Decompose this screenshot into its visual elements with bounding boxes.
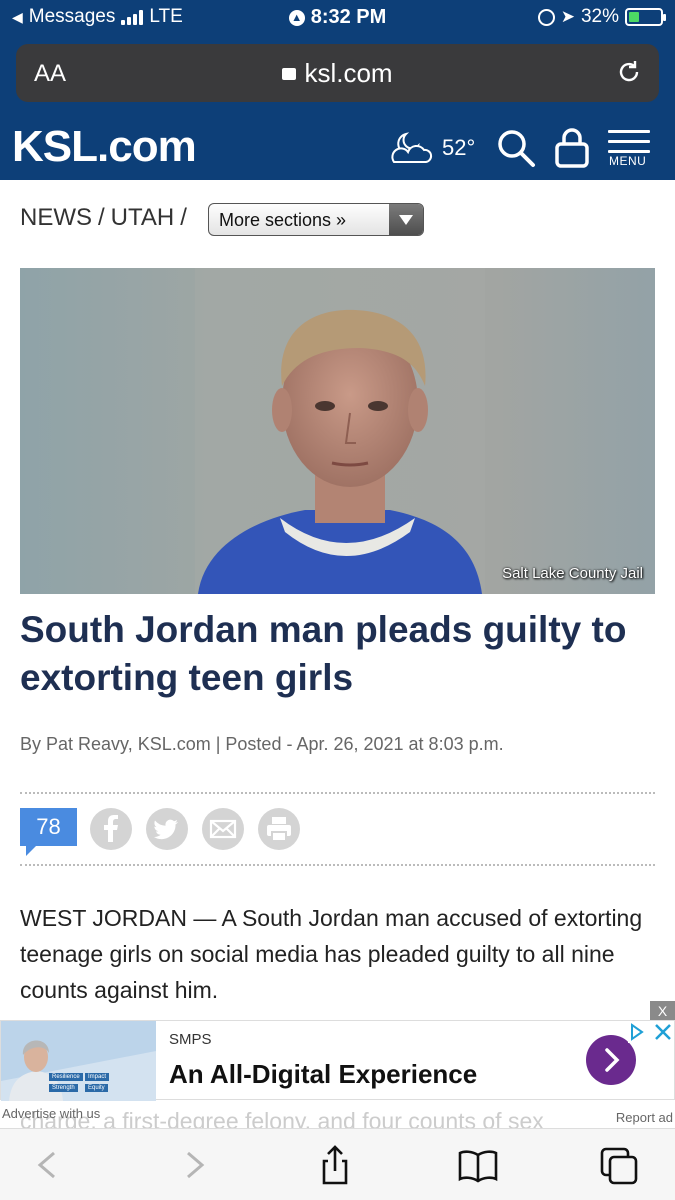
article-photo[interactable]: Salt Lake County Jail	[20, 268, 655, 594]
forward-icon[interactable]	[172, 1145, 216, 1185]
site-header: KSL.com 52° MENU	[0, 114, 675, 180]
ad-headline[interactable]: An All-Digital Experience	[169, 1059, 477, 1090]
breadcrumb: NEWS / UTAH /	[20, 204, 187, 232]
envelope-icon	[209, 819, 237, 839]
article-headline: South Jordan man pleads guilty to extort…	[20, 609, 627, 698]
ad-tag: Impact	[85, 1073, 110, 1081]
ad-person-image	[1, 1021, 156, 1101]
ad-close-button[interactable]: X	[650, 1001, 675, 1021]
menu-icon	[608, 130, 650, 133]
twitter-icon	[154, 819, 178, 840]
moon-cloud-icon	[391, 132, 433, 163]
share-icon[interactable]	[313, 1145, 357, 1185]
photo-credit: Salt Lake County Jail	[502, 565, 643, 582]
mugshot-image	[20, 268, 655, 594]
bookmarks-icon[interactable]	[456, 1145, 500, 1185]
weather-widget[interactable]: 52°	[388, 130, 475, 166]
adchoices-icon[interactable]	[628, 1021, 675, 1043]
menu-label: MENU	[609, 154, 647, 168]
breadcrumb-utah[interactable]: UTAH	[111, 204, 175, 232]
browser-toolbar	[0, 1128, 675, 1200]
article-body-paragraph: WEST JORDAN — A South Jordan man accused…	[20, 905, 643, 1003]
print-button[interactable]	[258, 808, 300, 850]
url-display[interactable]: ksl.com	[16, 58, 659, 89]
status-time: 8:32 PM	[310, 6, 387, 28]
menu-icon-bar	[608, 140, 650, 143]
comment-count-badge[interactable]: 78	[20, 808, 77, 856]
address-bar[interactable]: AA ksl.com	[16, 44, 659, 102]
menu-icon-bar	[608, 150, 650, 153]
ad-tag: Strength	[49, 1084, 78, 1092]
article-byline: By Pat Reavy, KSL.com | Posted - Apr. 26…	[20, 734, 504, 754]
status-right: ➤ 32%	[537, 6, 666, 28]
breadcrumb-news[interactable]: NEWS	[20, 204, 92, 232]
temperature: 52°	[442, 135, 476, 160]
ad-tag: Resilience	[49, 1073, 83, 1081]
sections-dropdown[interactable]: More sections »	[208, 203, 424, 236]
site-logo[interactable]: KSL.com	[12, 122, 197, 172]
browser-chrome: AA ksl.com	[0, 34, 675, 114]
advertise-link[interactable]: Advertise with us	[2, 1106, 100, 1121]
url-text: ksl.com	[304, 58, 393, 88]
breadcrumb-separator: /	[180, 204, 187, 231]
battery-icon	[625, 8, 666, 26]
divider	[20, 864, 655, 866]
report-ad-link[interactable]: Report ad	[616, 1110, 673, 1125]
reload-icon[interactable]	[615, 58, 643, 86]
printer-icon	[267, 817, 291, 842]
twitter-share-button[interactable]	[146, 808, 188, 850]
account-icon[interactable]	[554, 126, 590, 170]
sections-label: More sections »	[219, 210, 347, 230]
facebook-share-button[interactable]	[90, 808, 132, 850]
status-bar: ◀ Messages LTE ▲ 8:32 PM ➤ 32%	[0, 0, 675, 34]
ad-banner[interactable]: Resilience Impact Strength Equity SMPS A…	[0, 1020, 675, 1101]
back-icon[interactable]	[26, 1145, 70, 1185]
divider	[20, 792, 655, 794]
location-arrow-icon: ➤	[560, 7, 575, 26]
location-icon: ▲	[288, 10, 305, 26]
ad-sponsor: SMPS	[169, 1031, 212, 1048]
battery-label: 32%	[580, 6, 619, 27]
tabs-icon[interactable]	[598, 1145, 642, 1185]
breadcrumb-separator: /	[98, 204, 105, 231]
search-icon[interactable]	[496, 128, 536, 168]
rotation-lock-icon	[537, 8, 555, 26]
battery-fill	[629, 12, 639, 22]
chevron-down-icon	[389, 204, 423, 235]
ad-tag: Equity	[85, 1084, 108, 1092]
facebook-icon	[104, 815, 118, 842]
menu-button[interactable]: MENU	[608, 130, 650, 170]
ad-image: Resilience Impact Strength Equity	[1, 1021, 156, 1101]
email-share-button[interactable]	[202, 808, 244, 850]
lock-icon	[282, 68, 297, 80]
